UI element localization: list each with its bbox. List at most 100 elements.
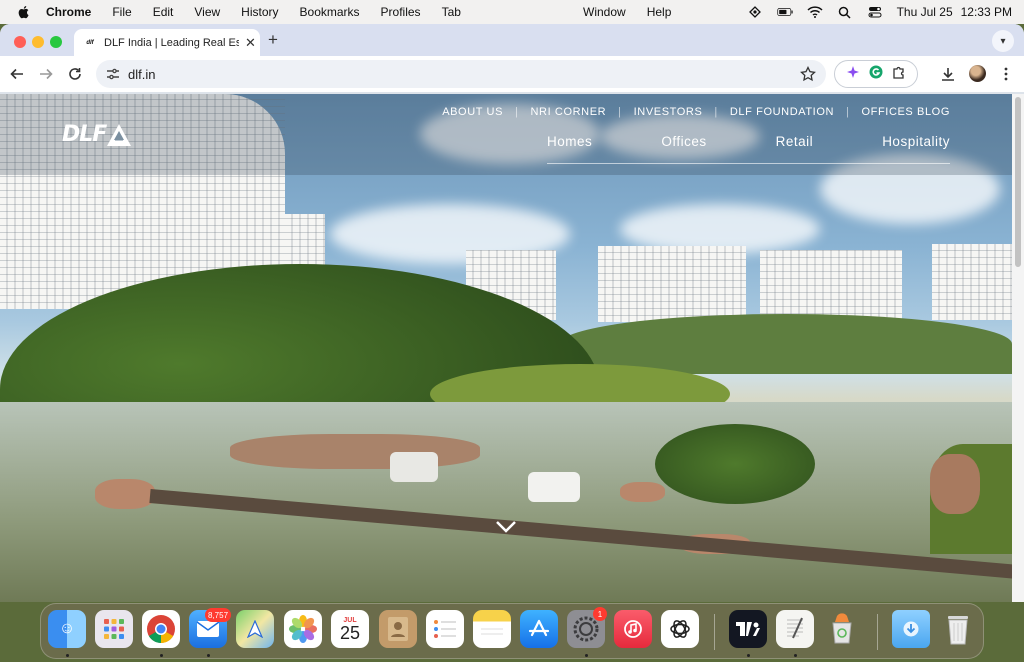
more-menu-icon[interactable] [998, 66, 1014, 82]
maximize-window-button[interactable] [50, 36, 62, 48]
back-arrow-icon[interactable] [6, 63, 28, 85]
forward-arrow-icon[interactable] [35, 63, 57, 85]
url-text[interactable]: dlf.in [128, 67, 155, 82]
rock [230, 434, 480, 469]
running-indicator [66, 654, 69, 657]
finder-icon[interactable]: ☺ [48, 610, 86, 648]
menu-bookmarks[interactable]: Bookmarks [300, 5, 360, 19]
tree-cluster [655, 424, 815, 504]
trash-icon[interactable] [939, 610, 977, 648]
dlf-logo[interactable]: DLF [62, 122, 132, 147]
grammarly-icon[interactable] [869, 65, 883, 84]
browser-window: dlf DLF India | Leading Real Estate ✕ + … [0, 24, 1024, 602]
battery-icon[interactable] [776, 4, 793, 20]
nav-offices-blog[interactable]: OFFICES BLOG [862, 106, 951, 118]
maps-icon[interactable] [236, 610, 274, 648]
menu-view[interactable]: View [194, 5, 220, 19]
spotlight-search-icon[interactable] [837, 4, 853, 20]
dock: ☺ 8,757 JUL 25 1 [40, 603, 984, 659]
nav-dlf-foundation[interactable]: DLF FOUNDATION [730, 106, 834, 118]
notes-icon[interactable] [473, 610, 511, 648]
running-indicator [794, 654, 797, 657]
settings-badge: 1 [593, 607, 607, 621]
extensions-puzzle-icon[interactable] [892, 65, 906, 84]
minimize-window-button[interactable] [32, 36, 44, 48]
running-indicator [160, 654, 163, 657]
calendar-day: 25 [339, 622, 361, 643]
profile-avatar[interactable] [969, 65, 986, 82]
active-tab[interactable]: dlf DLF India | Leading Real Estate ✕ [74, 29, 260, 56]
reminders-icon[interactable] [426, 610, 464, 648]
top-links: ABOUT US | NRI CORNER | INVESTORS | DLF … [442, 106, 950, 118]
site-info-icon[interactable] [106, 67, 120, 81]
menu-history[interactable]: History [241, 5, 278, 19]
reload-icon[interactable] [64, 63, 86, 85]
extension-purple-icon[interactable] [846, 65, 860, 84]
download-icon[interactable] [940, 66, 956, 82]
launchpad-icon[interactable] [95, 610, 133, 648]
photos-icon[interactable] [284, 610, 322, 648]
menu-tab[interactable]: Tab [442, 5, 461, 19]
menu-window[interactable]: Window [583, 5, 626, 19]
rock [620, 482, 665, 502]
logo-text: DLF [62, 122, 107, 147]
calendar-icon[interactable]: JUL 25 [331, 610, 369, 648]
nav-homes[interactable]: Homes [547, 134, 592, 149]
nav-separator: | [846, 106, 850, 118]
chatgpt-icon[interactable] [661, 610, 699, 648]
mail-badge: 8,757 [205, 608, 232, 622]
contacts-icon[interactable] [379, 610, 417, 648]
golf-cart [390, 452, 438, 482]
chrome-icon[interactable] [142, 610, 180, 648]
tab-title: DLF India | Leading Real Estate [104, 36, 239, 49]
nav-nri-corner[interactable]: NRI CORNER [531, 106, 607, 118]
menu-help[interactable]: Help [647, 5, 672, 19]
nav-separator: | [714, 106, 718, 118]
building [760, 250, 902, 320]
tab-search-chevron-icon[interactable]: ▾ [992, 30, 1014, 52]
main-nav: Homes Offices Retail Hospitality [547, 134, 950, 164]
status-app-icon[interactable] [747, 4, 763, 20]
wifi-icon[interactable] [807, 4, 823, 20]
logo-triangle-icon [107, 123, 132, 146]
new-tab-icon[interactable]: + [268, 30, 278, 50]
running-indicator [585, 654, 588, 657]
rock [930, 454, 980, 514]
page-scrollbar[interactable] [1012, 94, 1024, 602]
menubar-date[interactable]: Thu Jul 25 [897, 5, 953, 19]
app-store-icon[interactable] [520, 610, 558, 648]
menu-profiles[interactable]: Profiles [381, 5, 421, 19]
tradingview-icon[interactable] [729, 610, 767, 648]
building [598, 246, 746, 322]
nav-offices[interactable]: Offices [661, 134, 706, 149]
nav-retail[interactable]: Retail [776, 134, 814, 149]
close-window-button[interactable] [14, 36, 26, 48]
address-bar[interactable]: dlf.in [96, 60, 826, 88]
browser-toolbar: dlf.in [0, 56, 1024, 92]
apple-icon[interactable] [16, 4, 32, 20]
music-icon[interactable] [614, 610, 652, 648]
nav-about-us[interactable]: ABOUT US [442, 106, 503, 118]
nav-investors[interactable]: INVESTORS [634, 106, 703, 118]
tab-close-icon[interactable]: ✕ [245, 35, 256, 51]
nav-separator: | [618, 106, 622, 118]
cleaner-app-icon[interactable] [823, 610, 861, 648]
downloads-folder-icon[interactable] [892, 610, 930, 648]
page-viewport: DLF ABOUT US | NRI CORNER | INVESTORS | … [0, 94, 1012, 602]
scroll-down-chevron-icon[interactable] [495, 520, 517, 534]
control-center-icon[interactable] [867, 4, 883, 20]
menu-edit[interactable]: Edit [153, 5, 174, 19]
nav-hospitality[interactable]: Hospitality [882, 134, 950, 149]
bookmark-star-icon[interactable] [800, 66, 816, 82]
textedit-icon[interactable] [776, 610, 814, 648]
dock-divider [877, 614, 878, 650]
running-indicator [747, 654, 750, 657]
menu-app-name[interactable]: Chrome [46, 5, 91, 19]
golf-cart [528, 472, 580, 502]
scrollbar-thumb[interactable] [1015, 97, 1021, 267]
menu-file[interactable]: File [112, 5, 131, 19]
menu-bar: Chrome File Edit View History Bookmarks … [0, 0, 1024, 24]
running-indicator [207, 654, 210, 657]
extensions-group [834, 60, 918, 88]
menubar-time[interactable]: 12:33 PM [961, 5, 1012, 19]
